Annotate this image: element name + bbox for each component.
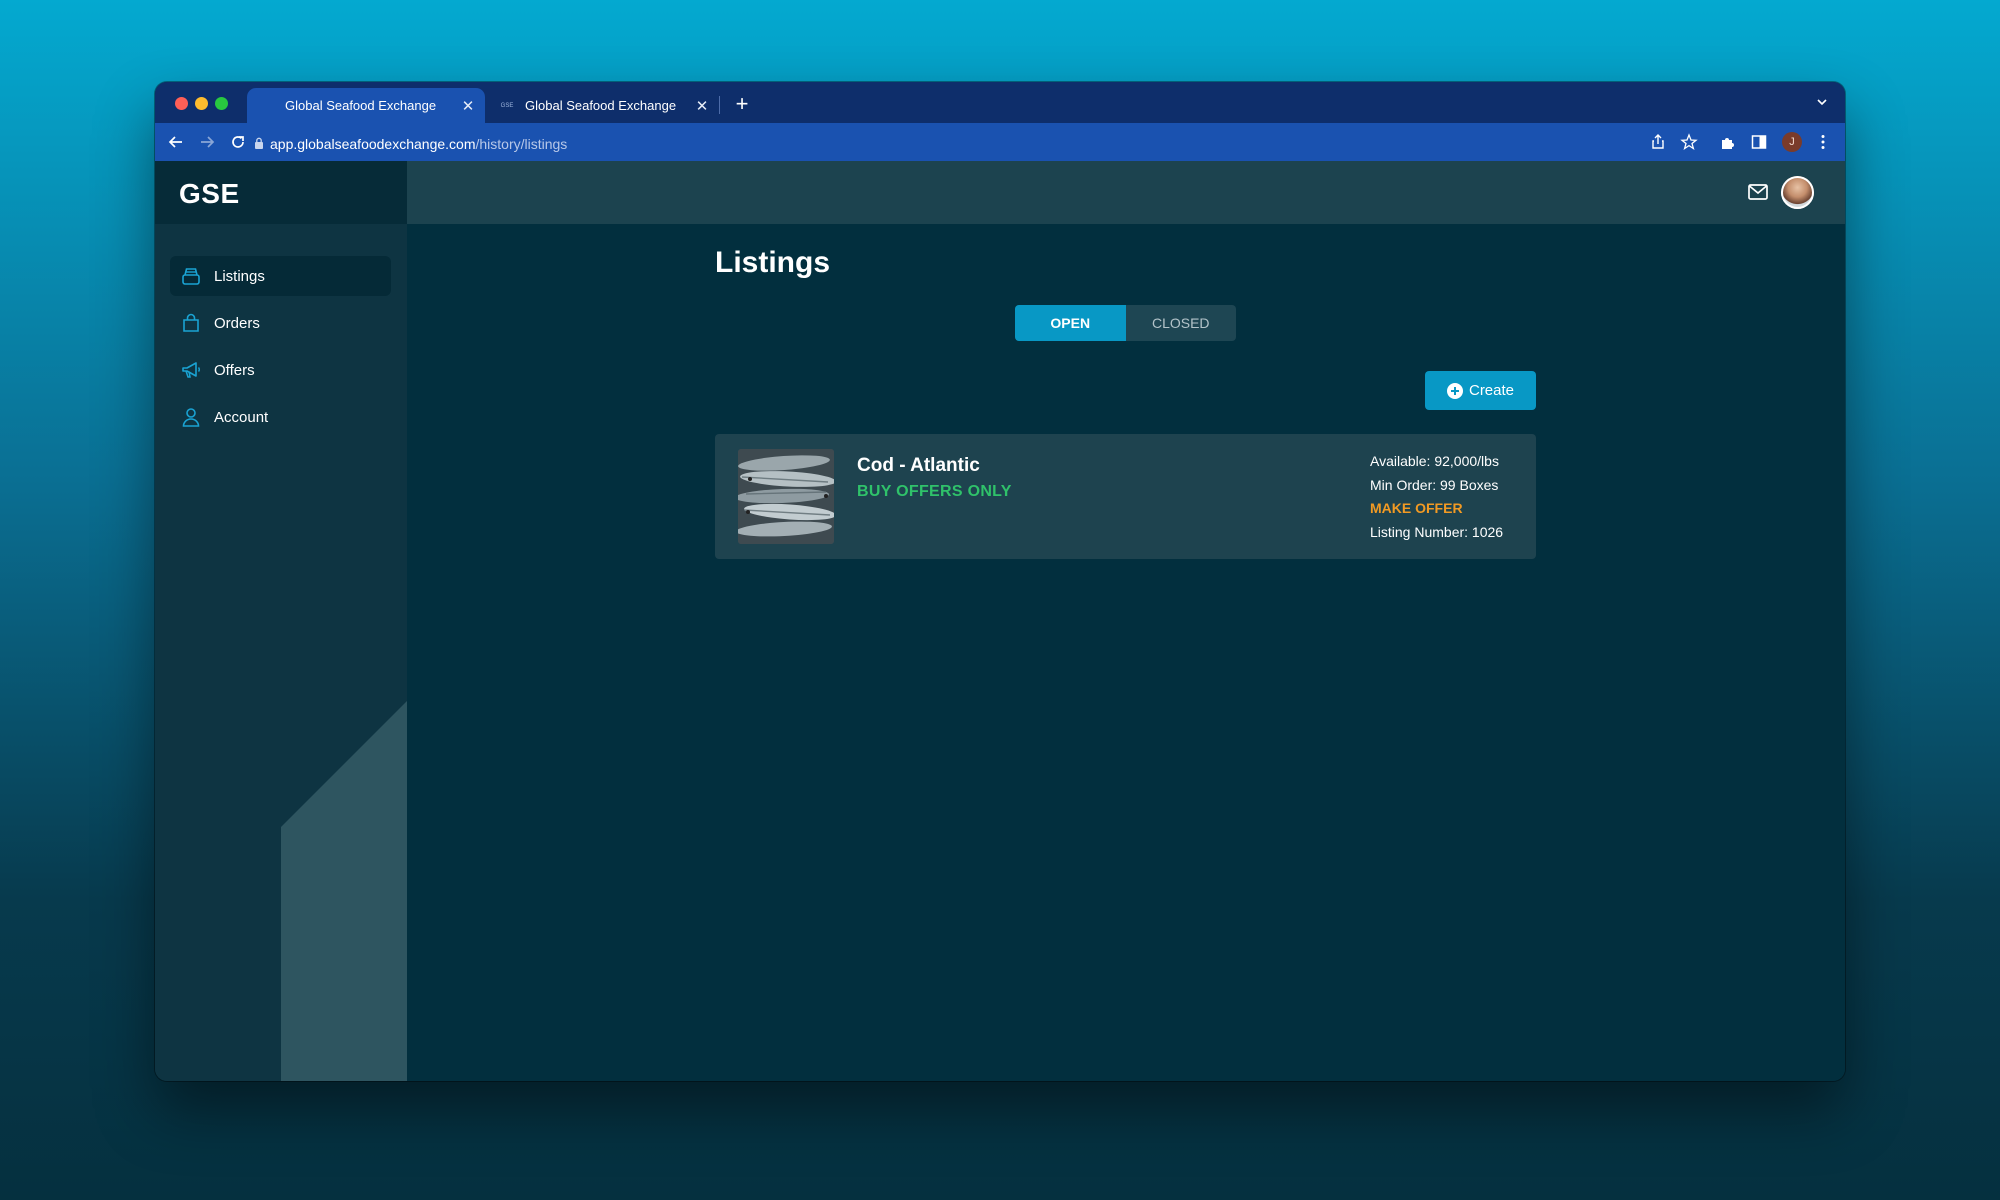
maximize-window-button[interactable] bbox=[215, 97, 228, 110]
browser-window: Global Seafood Exchange ✕ GSE Global Sea… bbox=[155, 82, 1845, 1081]
close-icon[interactable]: ✕ bbox=[691, 97, 713, 115]
close-window-button[interactable] bbox=[175, 97, 188, 110]
tab-global-seafood-exchange-active[interactable]: Global Seafood Exchange ✕ bbox=[247, 88, 485, 123]
lock-icon[interactable] bbox=[254, 137, 264, 149]
sidebar-item-label: Account bbox=[214, 408, 269, 426]
tab-global-seafood-exchange[interactable]: GSE Global Seafood Exchange ✕ bbox=[487, 88, 719, 123]
minimize-window-button[interactable] bbox=[195, 97, 208, 110]
new-tab-button[interactable]: + bbox=[729, 91, 755, 117]
toggle-open[interactable]: OPEN bbox=[1015, 305, 1126, 341]
listing-card[interactable]: Cod - Atlantic BUY OFFERS ONLY Available… bbox=[715, 434, 1536, 559]
fish-photo bbox=[738, 449, 834, 544]
mail-icon[interactable] bbox=[1747, 182, 1769, 202]
app-topbar bbox=[407, 161, 1845, 224]
reload-icon[interactable] bbox=[228, 132, 248, 152]
sidebar-item-offers[interactable]: Offers bbox=[170, 350, 391, 390]
tab-title: Global Seafood Exchange bbox=[525, 98, 677, 113]
chevron-down-icon[interactable] bbox=[1813, 93, 1831, 111]
more-vertical-icon[interactable] bbox=[1813, 132, 1833, 152]
plus-circle-icon bbox=[1446, 382, 1463, 399]
logo[interactable]: GSE bbox=[179, 178, 240, 210]
inbox-tray-icon bbox=[182, 268, 200, 285]
megaphone-icon bbox=[182, 362, 201, 378]
tab-title: Global Seafood Exchange bbox=[285, 98, 437, 113]
toggle-closed[interactable]: CLOSED bbox=[1126, 305, 1237, 341]
side-panel-icon[interactable] bbox=[1749, 132, 1769, 152]
listing-name: Cod - Atlantic bbox=[857, 455, 980, 476]
create-button[interactable]: Create bbox=[1425, 371, 1536, 410]
sidebar-item-listings[interactable]: Listings bbox=[170, 256, 391, 296]
tab-divider bbox=[719, 96, 720, 114]
sidebar: GSE Listings Orders Offers Account bbox=[155, 161, 407, 1081]
listing-number: Listing Number: 1026 bbox=[1370, 523, 1504, 540]
make-offer-link[interactable]: MAKE OFFER bbox=[1370, 497, 1503, 521]
user-icon bbox=[182, 408, 200, 427]
address-bar[interactable]: app.globalseafoodexchange.com/history/li… bbox=[270, 136, 567, 152]
sidebar-item-label: Offers bbox=[214, 361, 255, 379]
sidebar-item-orders[interactable]: Orders bbox=[170, 303, 391, 343]
listing-mode-badge: BUY OFFERS ONLY bbox=[857, 483, 1012, 500]
extensions-puzzle-icon[interactable] bbox=[1718, 132, 1738, 152]
favicon-icon: GSE bbox=[500, 102, 514, 109]
forward-arrow-icon[interactable] bbox=[197, 132, 217, 152]
shopping-bag-icon bbox=[183, 313, 199, 332]
status-toggle: OPEN CLOSED bbox=[1015, 305, 1236, 341]
profile-avatar[interactable]: J bbox=[1782, 132, 1802, 152]
url-path: /history/listings bbox=[475, 136, 568, 152]
main-content: Listings OPEN CLOSED Create Cod - Atlant… bbox=[407, 224, 1845, 1081]
listing-details: Available: 92,000/lbs Min Order: 99 Boxe… bbox=[1370, 450, 1503, 544]
sidebar-item-label: Orders bbox=[214, 314, 260, 332]
share-icon[interactable] bbox=[1648, 132, 1668, 152]
browser-toolbar: app.globalseafoodexchange.com/history/li… bbox=[155, 123, 1845, 162]
page-title: Listings bbox=[715, 246, 831, 279]
tab-bar: Global Seafood Exchange ✕ GSE Global Sea… bbox=[155, 82, 1845, 123]
brand-header: GSE bbox=[155, 161, 407, 224]
listing-available: Available: 92,000/lbs bbox=[1370, 453, 1499, 469]
url-host: app.globalseafoodexchange.com bbox=[270, 136, 476, 152]
bookmark-star-icon[interactable] bbox=[1679, 132, 1699, 152]
close-icon[interactable]: ✕ bbox=[457, 97, 479, 115]
listing-min-order: Min Order: 99 Boxes bbox=[1370, 476, 1499, 493]
sidebar-item-account[interactable]: Account bbox=[170, 397, 391, 437]
sidebar-nav: Listings Orders Offers Account bbox=[170, 256, 391, 444]
create-label: Create bbox=[1468, 382, 1515, 399]
back-arrow-icon[interactable] bbox=[166, 132, 186, 152]
avatar[interactable] bbox=[1781, 176, 1814, 209]
sidebar-item-label: Listings bbox=[214, 267, 265, 285]
